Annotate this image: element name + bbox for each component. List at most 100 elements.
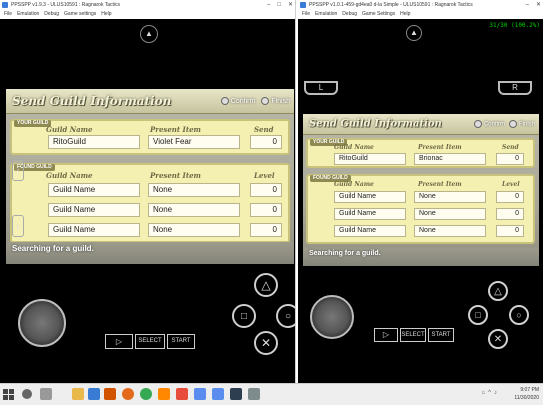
clock[interactable]: 9:07 PM 11/30/2020	[514, 386, 539, 402]
found-guild-name[interactable]: Guild Name	[48, 183, 140, 197]
triangle-top-icon[interactable]: ▲	[406, 25, 422, 41]
clock-date: 11/30/2020	[514, 395, 539, 401]
game-header: Send Guild Information Confirm Finish	[303, 114, 539, 136]
start-button[interactable]: START	[428, 328, 454, 342]
found-present-item: None	[414, 208, 486, 220]
triangle-top-icon[interactable]: ▲	[140, 25, 158, 43]
found-guild-name[interactable]: Guild Name	[334, 191, 406, 203]
found-level: 0	[496, 191, 524, 203]
start-menu-icon[interactable]	[3, 389, 14, 400]
chevron-up-icon[interactable]: ^	[488, 390, 491, 396]
triangle-button-icon	[508, 120, 517, 129]
your-guild-name: RitoGuild	[334, 153, 406, 165]
screen-title: Send Guild Information	[12, 93, 172, 108]
found-guild-name[interactable]: Guild Name	[48, 223, 140, 237]
found-level: 0	[496, 225, 524, 237]
dpad-down-icon[interactable]: ‹	[12, 215, 24, 237]
menu-emulation[interactable]: Emulation	[315, 10, 337, 19]
your-send-value[interactable]: 0	[250, 135, 282, 149]
col-send: Send	[254, 125, 274, 134]
ppsspp-second-icon[interactable]	[212, 388, 224, 400]
right-emulator-screen[interactable]: 31/30 (100.2%) ▲ L R Send Guild Informat…	[298, 19, 543, 383]
triangle-face-button[interactable]: △	[254, 273, 278, 297]
triangle-face-button[interactable]: △	[488, 281, 508, 301]
left-window-title: PPSSPP v1.9.3 - ULUS10591 : Ragnarok Tac…	[11, 2, 121, 8]
col-present-item: Present Item	[150, 171, 201, 180]
found-guild-name[interactable]: Guild Name	[334, 208, 406, 220]
office-icon[interactable]	[104, 388, 116, 400]
found-level: 0	[250, 183, 282, 197]
col-guild-name: Guild Name	[46, 171, 93, 180]
close-button[interactable]: ✕	[536, 0, 541, 10]
found-guild-name[interactable]: Guild Name	[48, 203, 140, 217]
menu-emulation[interactable]: Emulation	[17, 10, 39, 19]
close-button[interactable]: ✕	[288, 0, 293, 10]
square-face-button[interactable]: □	[232, 304, 256, 328]
right-window-controls: – ✕	[526, 0, 541, 10]
cross-face-button[interactable]: ✕	[254, 331, 278, 355]
cross-face-button[interactable]: ✕	[488, 329, 508, 349]
analog-stick[interactable]	[18, 299, 66, 347]
menu-file[interactable]: File	[4, 10, 12, 19]
status-message: Searching for a guild.	[6, 242, 294, 264]
firefox-icon[interactable]	[122, 388, 134, 400]
system-buttons: ▷ SELECT START	[374, 328, 454, 342]
circle-face-button[interactable]: ○	[276, 304, 295, 328]
finish-hint: Finish	[261, 96, 290, 105]
dpad-left-icon[interactable]: ‹	[12, 159, 24, 181]
square-face-button[interactable]: □	[468, 305, 488, 325]
l-shoulder-button[interactable]: L	[304, 81, 338, 95]
menu-debug[interactable]: Debug	[342, 10, 357, 19]
col-guild-name: Guild Name	[334, 181, 374, 188]
circle-face-button[interactable]: ○	[509, 305, 529, 325]
your-present-item[interactable]: Brionac	[414, 153, 486, 165]
found-present-item: None	[414, 225, 486, 237]
col-present-item: Present Item	[418, 144, 462, 151]
vlc-icon[interactable]	[158, 388, 170, 400]
select-button[interactable]: SELECT	[135, 334, 165, 349]
minimize-button[interactable]: –	[526, 0, 529, 10]
right-game-screen: Send Guild Information Confirm Finish YO…	[303, 114, 539, 266]
your-present-item[interactable]: Violet Fear	[148, 135, 240, 149]
found-present-item: None	[148, 203, 240, 217]
file-explorer-icon[interactable]	[72, 388, 84, 400]
play-button[interactable]: ▷	[374, 328, 398, 342]
menu-game-settings[interactable]: Game Settings	[362, 10, 395, 19]
your-send-value[interactable]: 0	[496, 153, 524, 165]
game-icon[interactable]	[230, 388, 242, 400]
menu-debug[interactable]: Debug	[44, 10, 59, 19]
r-shoulder-button[interactable]: R	[498, 81, 532, 95]
your-guild-name: RitoGuild	[48, 135, 140, 149]
task-view-icon[interactable]	[40, 388, 52, 400]
network-icon[interactable]: ⌂	[482, 390, 486, 396]
left-window-controls: – □ ✕	[267, 0, 293, 10]
menu-file[interactable]: File	[302, 10, 310, 19]
found-guild-name[interactable]: Guild Name	[334, 225, 406, 237]
left-menubar: File Emulation Debug Game settings Help	[0, 10, 295, 19]
col-present-item: Present Item	[150, 125, 201, 134]
menu-help[interactable]: Help	[101, 10, 111, 19]
ppsspp-app-icon	[2, 2, 8, 8]
settings-icon[interactable]	[248, 388, 260, 400]
finish-hint: Finish	[508, 120, 535, 129]
system-tray: ⌂ ^ ♪	[482, 390, 497, 396]
menu-help[interactable]: Help	[400, 10, 410, 19]
start-button[interactable]: START	[167, 334, 195, 349]
menu-game-settings[interactable]: Game settings	[64, 10, 96, 19]
analog-stick[interactable]	[310, 295, 354, 339]
circle-button-icon	[473, 120, 482, 129]
ppsspp-icon[interactable]	[194, 388, 206, 400]
search-icon[interactable]	[22, 389, 32, 399]
chrome-icon[interactable]	[140, 388, 152, 400]
volume-icon[interactable]: ♪	[494, 390, 497, 396]
media-icon[interactable]	[176, 388, 188, 400]
right-emulator-window: PPSSPP v1.0.1-459-gd4ea0 d-la Simple - U…	[298, 0, 543, 383]
left-emulator-screen[interactable]: ▲ Send Guild Information Confirm Finish …	[0, 19, 295, 383]
play-button[interactable]: ▷	[105, 334, 133, 349]
minimize-button[interactable]: –	[267, 0, 270, 10]
maximize-button[interactable]: □	[277, 0, 281, 10]
header-controls: Confirm Finish	[220, 96, 290, 105]
select-button[interactable]: SELECT	[400, 328, 426, 342]
col-level: Level	[254, 171, 275, 180]
store-icon[interactable]	[88, 388, 100, 400]
